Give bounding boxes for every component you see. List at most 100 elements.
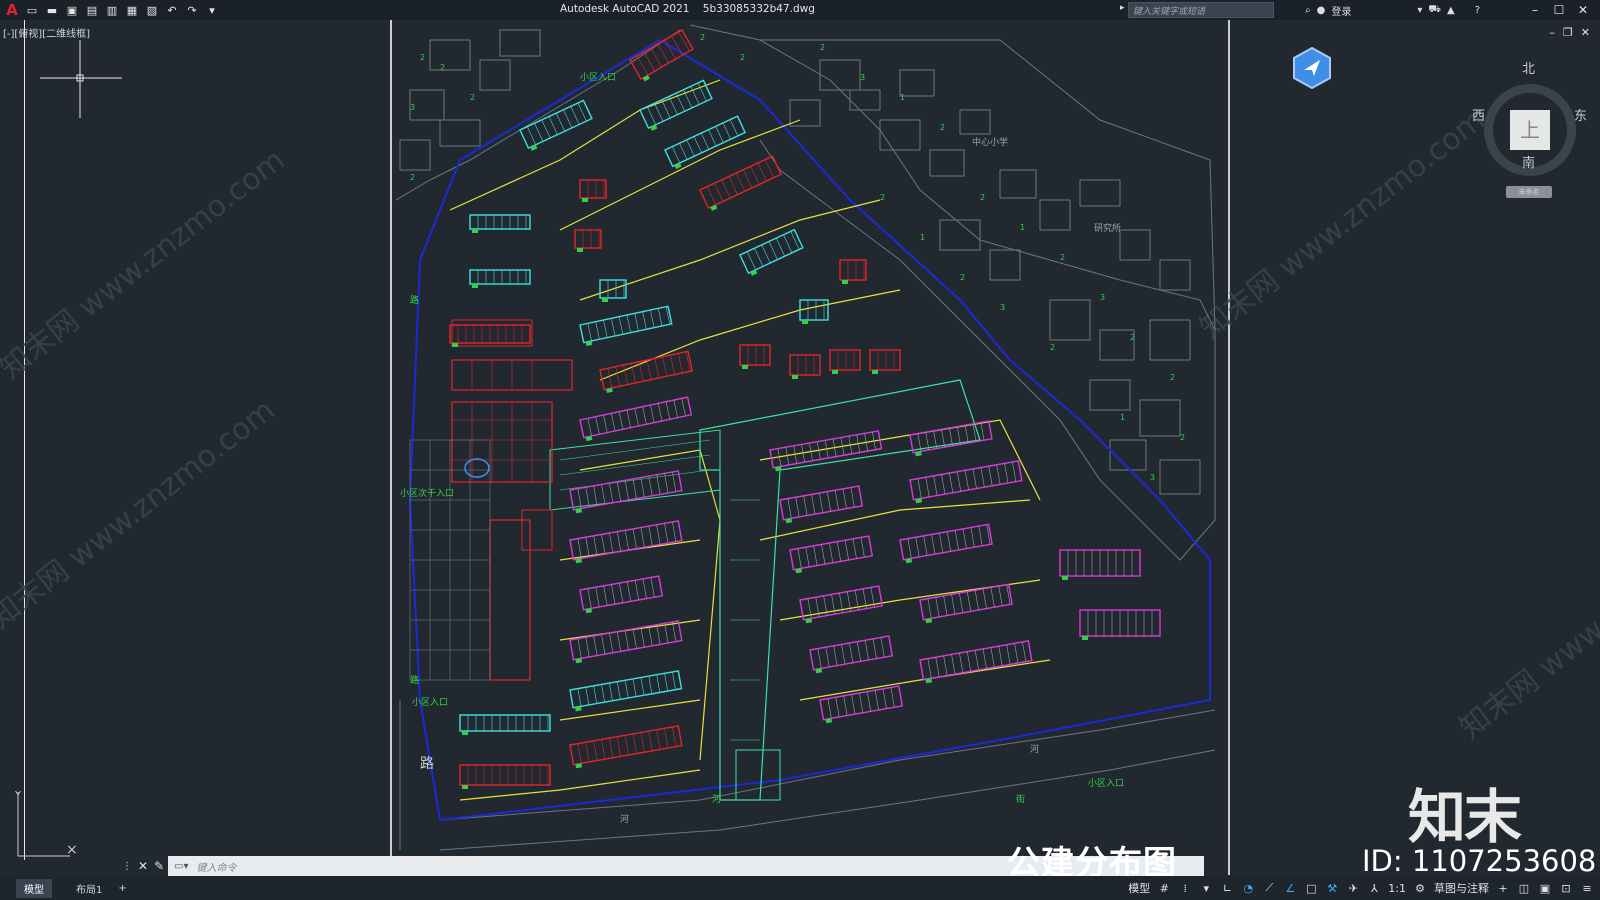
new-file-icon[interactable]: ▭ <box>24 2 40 18</box>
residential-block <box>919 640 1033 684</box>
residential-block <box>579 575 664 614</box>
polar-icon[interactable]: ◔ <box>1241 881 1255 895</box>
clean-screen-icon[interactable]: ⊡ <box>1559 881 1573 895</box>
cmd-history-icon[interactable]: ▭▾ <box>174 861 188 872</box>
user-icon[interactable]: ● <box>1317 5 1326 16</box>
viewcube-face-top[interactable]: 上 <box>1510 110 1550 150</box>
object-snap-icon[interactable]: □ <box>1304 881 1318 895</box>
customize-dropdown-icon[interactable]: ▾ <box>204 2 220 18</box>
compass-south[interactable]: 南 <box>1522 152 1535 171</box>
residential-block <box>819 685 904 724</box>
add-layout-icon[interactable]: + <box>110 881 134 896</box>
redo-icon[interactable]: ↷ <box>184 2 200 18</box>
residential-block <box>574 229 602 252</box>
wcs-menu[interactable]: 未命名 <box>1506 186 1552 198</box>
svg-text:2: 2 <box>440 63 445 72</box>
scale-dropdown[interactable]: 1:1 <box>1388 882 1406 895</box>
workspace-dropdown[interactable]: 草图与注释 <box>1434 880 1489 896</box>
help-icon[interactable]: ? <box>1475 5 1480 16</box>
search-input[interactable]: 键入关键字或短语 <box>1128 2 1274 18</box>
svg-text:1: 1 <box>920 233 925 242</box>
svg-text:1: 1 <box>900 93 905 102</box>
snap-icon[interactable]: ⁞ <box>1178 881 1192 895</box>
label-road-left: 路 <box>410 294 419 306</box>
login-button[interactable]: 登录 <box>1331 3 1351 18</box>
svg-text:2: 2 <box>1050 343 1055 352</box>
context-buildings <box>395 24 1216 851</box>
autodesk-a360-icon[interactable]: ▲ <box>1447 5 1455 16</box>
residential-block <box>799 299 829 324</box>
residential-block <box>899 523 993 564</box>
residential-block <box>699 155 782 211</box>
cart-icon[interactable]: ⛟ <box>1428 4 1441 17</box>
label-school: 中心小学 <box>972 136 1008 148</box>
svg-text:2: 2 <box>940 123 945 132</box>
residential-block <box>579 179 607 202</box>
login-dropdown-icon[interactable]: ▾ <box>1417 5 1422 16</box>
residential-block <box>469 269 531 288</box>
drawing-canvas[interactable]: [-][俯视][二维线框] Y × 知末网 www.znzmo.com 知末网 … <box>0 20 1600 875</box>
tab-model[interactable]: 模型 <box>16 878 52 898</box>
label-road-left2: 路 <box>410 674 419 686</box>
residential-block <box>739 344 771 369</box>
expand-arrow-icon[interactable]: ▸ <box>1120 3 1125 13</box>
compass-east[interactable]: 东 <box>1574 105 1587 124</box>
plus-icon[interactable]: + <box>1496 881 1510 895</box>
isodraft-icon[interactable]: ⟋ <box>1262 881 1276 895</box>
annotation-scale-icon[interactable]: ⅄ <box>1367 881 1381 895</box>
close-cmd-icon[interactable]: ✕ <box>138 859 148 873</box>
customize-wrench-icon[interactable]: ✎ <box>154 859 164 873</box>
autocad-logo-icon[interactable]: A <box>4 2 20 18</box>
grip-icon[interactable]: ⋮ <box>122 861 132 872</box>
tab-layout1[interactable]: 布局1 <box>68 879 110 898</box>
save-icon[interactable]: ▣ <box>64 2 80 18</box>
label-river-bottom: 河 <box>620 813 629 825</box>
search-icon[interactable]: ⌕ <box>1305 5 1311 16</box>
undo-icon[interactable]: ↶ <box>164 2 180 18</box>
minimize-button[interactable]: – <box>1526 3 1544 17</box>
print-icon[interactable]: ▧ <box>144 2 160 18</box>
status-tools: 模型 # ⁞ ▾ ∟ ◔ ⟋ ∠ □ ⚒ ✈ ⅄ 1:1 ⚙ 草图与注释 + ◫… <box>1128 876 1594 900</box>
plot-icon[interactable]: ▦ <box>124 2 140 18</box>
dropdown-icon[interactable]: ▾ <box>1199 881 1213 895</box>
annotation-visibility-icon[interactable]: ⚒ <box>1325 881 1339 895</box>
auto-scale-icon[interactable]: ✈ <box>1346 881 1360 895</box>
svg-text:2: 2 <box>960 273 965 282</box>
title-bar: A ▭ ▬ ▣ ▤ ▥ ▦ ▧ ↶ ↷ ▾ Autodesk AutoCAD 2… <box>0 0 1600 20</box>
svg-text:2: 2 <box>740 53 745 62</box>
svg-text:2: 2 <box>980 193 985 202</box>
customize-menu-icon[interactable]: ≡ <box>1580 881 1594 895</box>
maximize-button[interactable]: ☐ <box>1550 3 1568 17</box>
residential-block <box>569 520 683 564</box>
open-file-icon[interactable]: ▬ <box>44 2 60 18</box>
save-as-icon[interactable]: ▤ <box>84 2 100 18</box>
doc-minimize-button[interactable]: – <box>1549 26 1555 39</box>
label-road-left3: 路 <box>420 756 434 772</box>
steeringwheel-icon[interactable] <box>1290 46 1334 90</box>
viewcube[interactable]: 上 北 南 西 东 未命名 <box>1472 58 1587 198</box>
status-bar: 模型 布局1 + 模型 # ⁞ ▾ ∟ ◔ ⟋ ∠ □ ⚒ ✈ ⅄ 1:1 ⚙ … <box>0 876 1600 900</box>
model-space-button[interactable]: 模型 <box>1128 880 1150 896</box>
close-button[interactable]: ✕ <box>1574 3 1592 17</box>
grid-icon[interactable]: # <box>1157 881 1171 895</box>
svg-text:1: 1 <box>1120 413 1125 422</box>
site-boundary <box>408 38 1211 822</box>
object-snap-tracking-icon[interactable]: ∠ <box>1283 881 1297 895</box>
ortho-icon[interactable]: ∟ <box>1220 881 1234 895</box>
publish-icon[interactable]: ▥ <box>104 2 120 18</box>
site-plan-drawing: 22231 22123 22123 21232 32222 小区入口 小区入口 … <box>395 24 1216 851</box>
isolate-icon[interactable]: ◫ <box>1517 881 1531 895</box>
residential-block <box>664 115 747 170</box>
hardware-accel-icon[interactable]: ▣ <box>1538 881 1552 895</box>
residential-block <box>779 485 864 524</box>
compass-north[interactable]: 北 <box>1522 58 1535 77</box>
label-river-right: 河 <box>1030 743 1039 755</box>
command-input[interactable]: 键入命令 <box>196 859 236 874</box>
doc-close-button[interactable]: ✕ <box>1581 26 1590 39</box>
compass-west[interactable]: 西 <box>1472 105 1485 124</box>
gear-icon[interactable]: ⚙ <box>1413 881 1427 895</box>
label-entry-west: 小区次干入口 <box>400 487 454 499</box>
doc-restore-button[interactable]: ❐ <box>1563 26 1573 39</box>
residential-block <box>459 714 551 735</box>
svg-text:2: 2 <box>470 93 475 102</box>
